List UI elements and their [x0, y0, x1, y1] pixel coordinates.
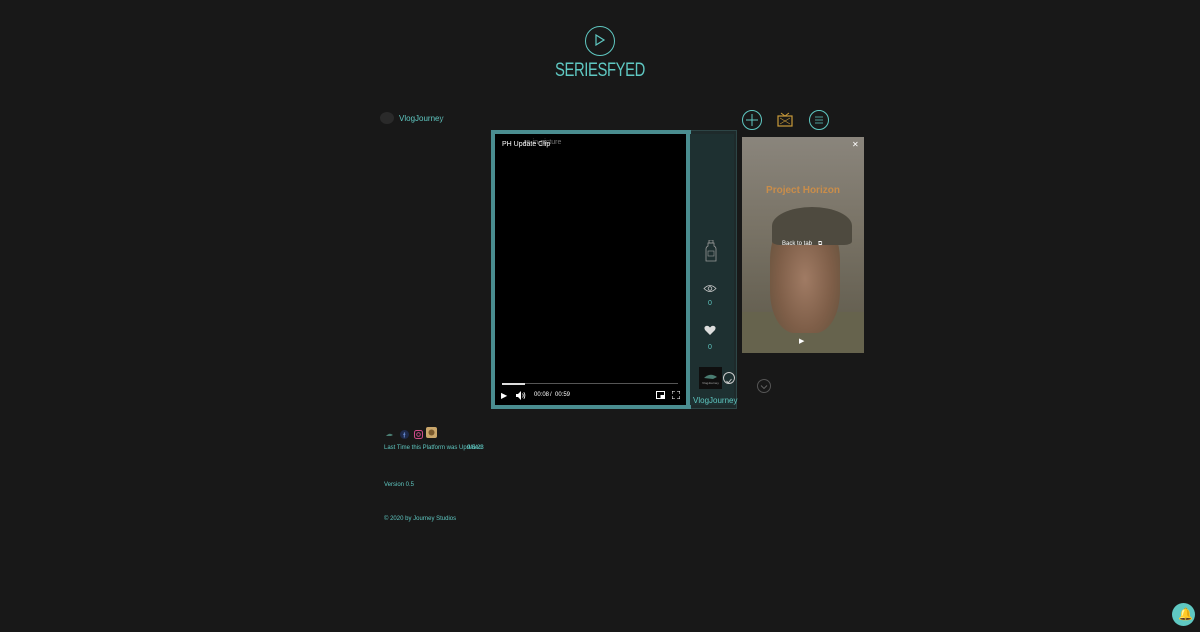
duration: 00:59	[555, 392, 571, 398]
play-button[interactable]: ▶	[501, 391, 507, 400]
close-icon[interactable]: ✕	[852, 140, 859, 149]
chevron-down-icon[interactable]: ⌵	[437, 113, 444, 124]
pip-play-button[interactable]: ▶	[799, 337, 804, 345]
fullscreen-icon[interactable]	[671, 390, 681, 401]
logo-play-icon[interactable]	[585, 26, 615, 56]
video-area[interactable]	[495, 134, 686, 405]
volume-icon[interactable]	[516, 391, 526, 402]
clip-title: PH Update Clip	[502, 141, 551, 148]
progress-track[interactable]	[502, 383, 678, 384]
badge-icon[interactable]	[426, 425, 437, 438]
view-count: 0	[708, 300, 712, 307]
external-link-icon[interactable]: ⧉	[818, 241, 822, 248]
progress-fill	[502, 383, 525, 385]
bottle-icon[interactable]	[705, 239, 717, 267]
picture-in-picture-icon[interactable]	[656, 391, 665, 401]
eye-icon	[703, 280, 717, 298]
channel-thumbnail[interactable]: VlogJourney	[699, 367, 722, 389]
current-time: 00:08	[534, 392, 550, 398]
check-icon[interactable]	[723, 372, 735, 384]
list-icon[interactable]	[809, 110, 829, 130]
notification-bell-icon[interactable]: 🔔	[1172, 603, 1195, 626]
facebook-icon[interactable]	[400, 426, 409, 439]
last-updated-date: 9/5/23	[467, 445, 484, 451]
chevron-down-icon[interactable]	[757, 379, 771, 393]
brand-title: SERIESFYED	[555, 60, 645, 81]
player-side-panel	[690, 134, 734, 405]
platform-logo-icon[interactable]	[385, 426, 394, 436]
user-avatar[interactable]	[380, 112, 394, 124]
instagram-icon[interactable]	[414, 426, 423, 439]
back-to-tab-button[interactable]: Back to tab	[782, 241, 812, 247]
add-icon[interactable]	[742, 110, 762, 130]
channel-thumb-label: VlogJourney	[702, 381, 719, 385]
pip-wall-text: Project Horizon	[766, 185, 840, 196]
version-label: Version 0.5	[384, 482, 415, 488]
copyright-label: © 2020 by Journey Studios	[384, 516, 457, 522]
like-count: 0	[708, 344, 712, 351]
pip-hat	[772, 207, 852, 245]
time-separator: /	[550, 392, 552, 398]
heart-icon[interactable]	[704, 323, 716, 341]
channel-name[interactable]: VlogJourney	[693, 396, 737, 405]
tv-icon[interactable]	[776, 110, 794, 133]
pip-window[interactable]: Project Horizon ✕ Back to tab ⧉ ▶	[742, 137, 864, 353]
